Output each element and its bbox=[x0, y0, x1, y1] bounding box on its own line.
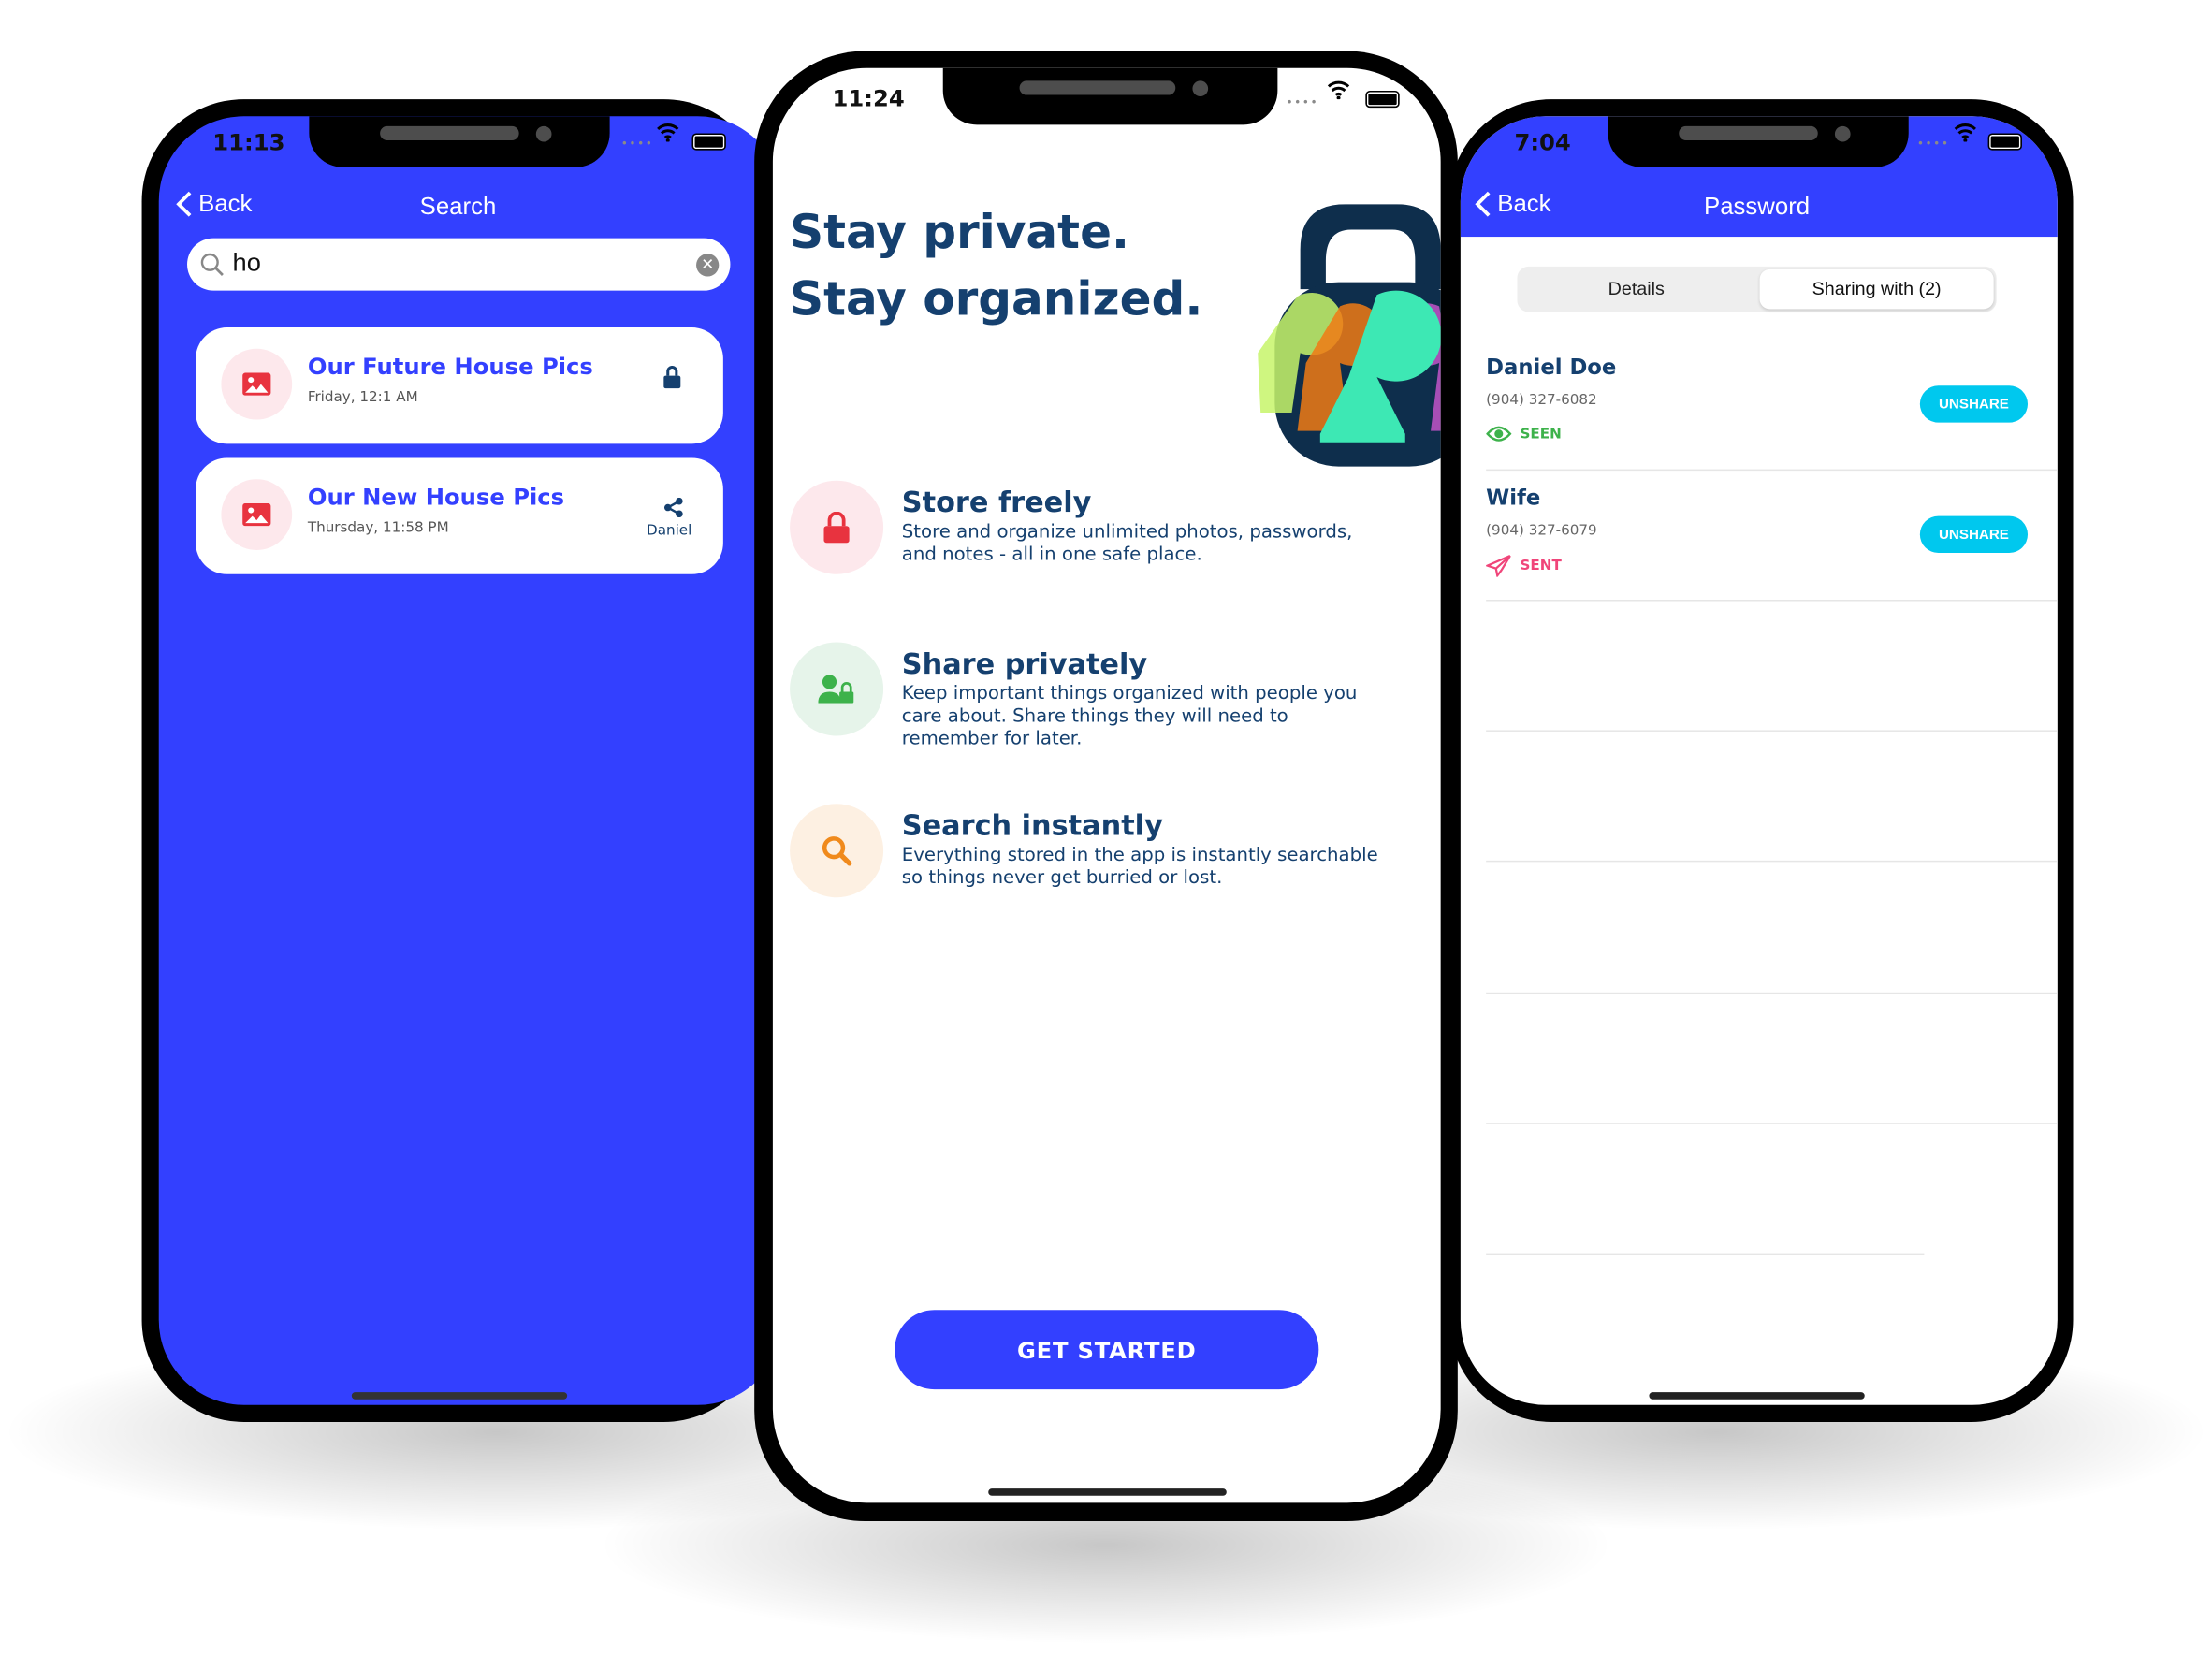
welcome-screen: 11:24 •••• Stay private. Stay organized. bbox=[772, 67, 1441, 1503]
result-title: Our Future House Pics bbox=[307, 353, 593, 381]
headline-line: Stay organized. bbox=[790, 270, 1203, 326]
share-phone: (904) 327-6079 bbox=[1486, 523, 1597, 539]
headline: Stay private. Stay organized. bbox=[790, 198, 1202, 331]
shared-with-label: Daniel bbox=[647, 523, 692, 539]
search-icon bbox=[790, 804, 884, 898]
showcase: 11:13 •••• Back Search ho ✕ Our Future H… bbox=[0, 0, 2212, 1654]
headline-line: Stay private. bbox=[790, 204, 1129, 260]
lock-icon bbox=[663, 366, 681, 389]
center-phone: 11:24 •••• Stay private. Stay organized. bbox=[754, 51, 1458, 1522]
feature-desc: Everything stored in the app is instantl… bbox=[901, 845, 1378, 890]
unshare-button[interactable]: UNSHARE bbox=[1919, 515, 2029, 554]
search-icon bbox=[200, 253, 224, 276]
status-label: SENT bbox=[1520, 558, 1562, 573]
page-title: Password bbox=[1704, 193, 1811, 220]
status-label: SEEN bbox=[1520, 426, 1562, 443]
feature-desc: Store and organize unlimited photos, pas… bbox=[901, 521, 1353, 566]
result-card[interactable]: Our New House Pics Thursday, 11:58 PM Da… bbox=[196, 457, 723, 574]
share-name: Wife bbox=[1486, 485, 1541, 511]
lock-icon bbox=[790, 480, 884, 574]
wifi-icon bbox=[1327, 80, 1350, 105]
share-phone: (904) 327-6082 bbox=[1486, 392, 1597, 409]
share-status: SEEN bbox=[1486, 426, 1562, 443]
eye-icon bbox=[1486, 426, 1512, 442]
padlock-keyhole-illustration bbox=[1258, 204, 1441, 467]
feature-title: Search instantly bbox=[901, 807, 1163, 843]
search-value: ho bbox=[232, 248, 261, 277]
battery-icon bbox=[691, 133, 726, 151]
right-phone: 7:04 •••• Back Password Details Sharing … bbox=[1448, 99, 2074, 1422]
segmented-control: Details Sharing with (2) bbox=[1517, 266, 1997, 312]
wifi-icon bbox=[1954, 123, 1977, 148]
tab-details[interactable]: Details bbox=[1517, 267, 1755, 312]
feature-title: Share privately bbox=[901, 646, 1148, 681]
share-icon bbox=[663, 497, 683, 518]
feature-desc: Keep important things organized with peo… bbox=[901, 683, 1358, 750]
tab-sharing-with[interactable]: Sharing with (2) bbox=[1759, 268, 1994, 310]
feature-title: Store freely bbox=[901, 485, 1092, 519]
user-lock-icon bbox=[790, 642, 884, 736]
wifi-icon bbox=[657, 123, 679, 148]
share-status: SENT bbox=[1486, 554, 1562, 577]
result-date: Friday, 12:1 AM bbox=[307, 389, 418, 406]
image-icon bbox=[221, 348, 293, 420]
clear-search-button[interactable]: ✕ bbox=[696, 254, 720, 277]
status-time: 11:24 bbox=[832, 84, 905, 112]
page-title: Search bbox=[419, 193, 497, 220]
result-title: Our New House Pics bbox=[307, 483, 565, 511]
image-icon bbox=[221, 479, 293, 550]
battery-icon bbox=[1987, 133, 2022, 151]
share-name: Daniel Doe bbox=[1486, 354, 1617, 381]
result-card[interactable]: Our Future House Pics Friday, 12:1 AM bbox=[196, 327, 723, 444]
search-screen: 11:13 •••• Back Search ho ✕ Our Future H… bbox=[158, 116, 783, 1405]
paper-plane-icon bbox=[1486, 554, 1511, 577]
result-date: Thursday, 11:58 PM bbox=[307, 520, 449, 536]
search-input[interactable]: ho ✕ bbox=[187, 238, 731, 291]
get-started-button[interactable]: GET STARTED bbox=[895, 1310, 1319, 1390]
unshare-button[interactable]: UNSHARE bbox=[1919, 385, 2029, 423]
status-time: 11:13 bbox=[212, 128, 285, 156]
password-screen: 7:04 •••• Back Password Details Sharing … bbox=[1460, 116, 2058, 1405]
battery-icon bbox=[1365, 90, 1400, 109]
left-phone: 11:13 •••• Back Search ho ✕ Our Future H… bbox=[141, 99, 783, 1422]
status-time: 7:04 bbox=[1514, 128, 1571, 156]
